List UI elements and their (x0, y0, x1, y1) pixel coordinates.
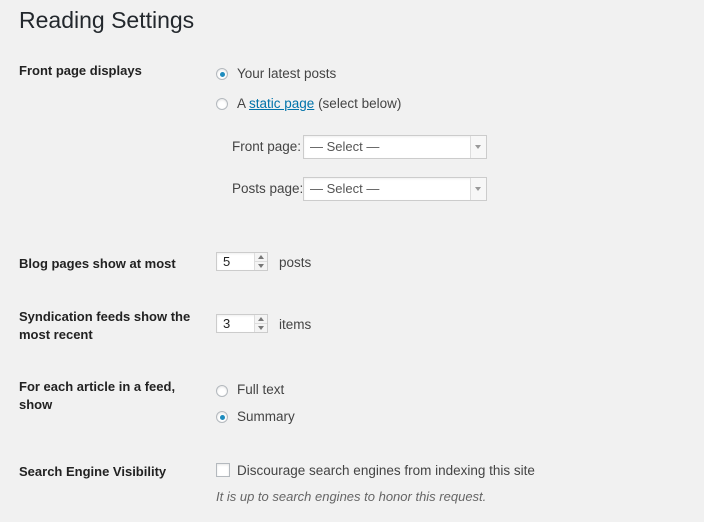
syndication-value: 3 (223, 316, 231, 331)
blog-pages-label: Blog pages show at most (19, 256, 176, 271)
static-page-suffix: (select below) (314, 96, 402, 111)
syndication-unit: items (279, 317, 312, 332)
full-text-radio[interactable] (216, 385, 228, 397)
feed-article-label: For each article in a feed, show (19, 379, 176, 412)
posts-page-select[interactable]: — Select — (303, 177, 487, 201)
number-spinner[interactable] (254, 315, 267, 332)
front-page-displays-label: Front page displays (19, 63, 142, 78)
syndication-input[interactable]: 3 (216, 314, 268, 333)
number-spinner[interactable] (254, 253, 267, 270)
latest-posts-radio[interactable] (216, 68, 228, 80)
chevron-down-icon (470, 136, 486, 158)
blog-pages-input[interactable]: 5 (216, 252, 268, 271)
summary-radio[interactable] (216, 411, 228, 423)
search-visibility-description: It is up to search engines to honor this… (216, 489, 487, 504)
front-page-select-value: — Select — (310, 139, 380, 154)
blog-pages-unit: posts (279, 255, 312, 270)
search-visibility-label: Search Engine Visibility (19, 464, 167, 479)
static-page-prefix: A (237, 96, 250, 111)
spin-up-icon[interactable] (255, 315, 267, 324)
spin-down-icon[interactable] (255, 324, 267, 332)
summary-label: Summary (237, 409, 295, 424)
blog-pages-value: 5 (223, 254, 231, 269)
spin-down-icon[interactable] (255, 262, 267, 270)
discourage-search-checkbox[interactable] (216, 463, 230, 477)
spin-up-icon[interactable] (255, 253, 267, 262)
static-page-option: A static page (select below) (237, 95, 401, 113)
posts-page-select-label: Posts page: (232, 181, 304, 196)
posts-page-select-value: — Select — (310, 181, 380, 196)
latest-posts-label: Your latest posts (237, 66, 337, 81)
static-page-link[interactable]: static page (249, 96, 314, 111)
front-page-select[interactable]: — Select — (303, 135, 487, 159)
full-text-label: Full text (237, 382, 285, 397)
syndication-label: Syndication feeds show the most recent (19, 309, 191, 342)
front-page-select-label: Front page: (232, 139, 302, 154)
discourage-search-label: Discourage search engines from indexing … (237, 463, 535, 478)
page-title: Reading Settings (19, 7, 195, 33)
chevron-down-icon (470, 178, 486, 200)
static-page-radio[interactable] (216, 98, 228, 110)
